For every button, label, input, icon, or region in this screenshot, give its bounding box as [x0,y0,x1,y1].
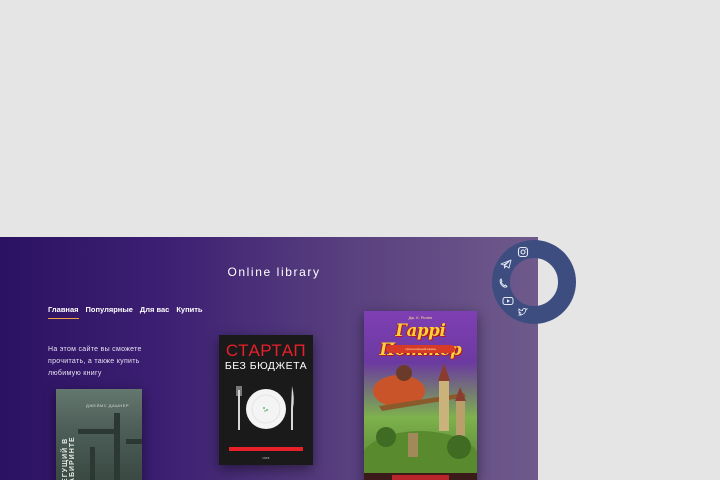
book-title: БЕГУЩИЙ В ЛАБИРИНТЕ [62,436,76,480]
cover-illustration [364,363,477,480]
instagram-icon[interactable] [517,246,529,258]
book-publisher: МИФ [262,456,270,460]
book-cover-maze-runner[interactable]: ДЖЕЙМС ДАШНЕР БЕГУЩИЙ В ЛАБИРИНТЕ [56,389,142,480]
maze-wall [126,439,142,444]
book-author: ДЖЕЙМС ДАШНЕР [86,403,130,408]
nav-item-buy[interactable]: Купить [176,305,202,319]
book-subtitle: БЕЗ БЮДЖЕТА [224,360,308,372]
book-author: Дж. К. Ролінг [408,315,433,320]
library-panel: Online library Главная Популярные Для ва… [0,237,538,480]
maze-wall [114,413,120,480]
page-title: Online library [227,265,321,279]
maze-wall [78,429,114,434]
book-title: СТАРТАП [225,341,307,360]
intro-text: На этом сайте вы сможете прочитать, а та… [48,346,142,377]
plate-icon [236,386,294,430]
book-cover-startup[interactable]: СТАРТАП БЕЗ БЮДЖЕТА МИФ [219,335,313,465]
twitter-icon[interactable] [517,306,529,318]
main-nav: Главная Популярные Для вас Купить [48,305,203,319]
telegram-icon[interactable] [500,258,512,270]
nav-item-for-you[interactable]: Для вас [140,305,169,319]
maze-wall [90,447,95,480]
nav-item-popular[interactable]: Популярные [86,305,133,319]
whatsapp-icon[interactable] [497,277,509,289]
book-cover-harry-potter[interactable]: Дж. К. Ролінг Гаррі Поттер і філософськи… [364,311,477,480]
youtube-icon[interactable] [502,295,514,307]
cover-stripe [229,447,303,451]
nav-item-home[interactable]: Главная [48,305,79,319]
